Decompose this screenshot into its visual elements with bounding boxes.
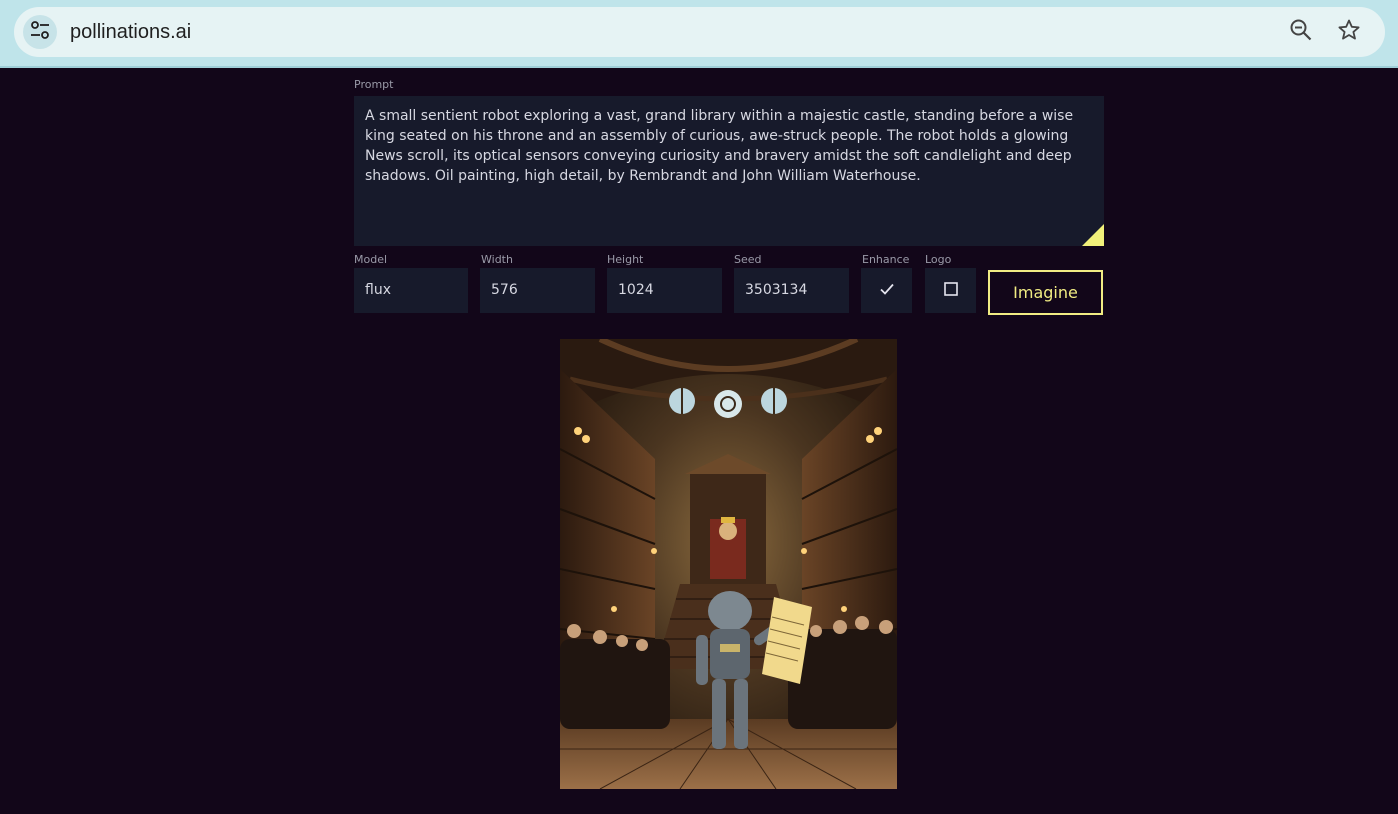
zoom-button[interactable] — [1286, 17, 1316, 47]
seed-input[interactable]: 3503134 — [734, 268, 849, 313]
model-label: Model — [354, 253, 388, 266]
resize-handle[interactable] — [1082, 224, 1104, 246]
model-value: flux — [365, 282, 391, 298]
prompt-label: Prompt — [354, 78, 394, 91]
check-icon — [879, 281, 895, 300]
site-info-button[interactable] — [23, 15, 57, 49]
seed-label: Seed — [734, 253, 762, 266]
width-label: Width — [481, 253, 513, 266]
url-text[interactable]: pollinations.ai — [70, 19, 191, 45]
zoom-out-icon — [1289, 18, 1313, 46]
star-icon — [1337, 18, 1361, 46]
logo-checkbox[interactable] — [925, 268, 976, 313]
seed-value: 3503134 — [745, 282, 808, 298]
generated-image-artwork — [560, 339, 897, 789]
browser-toolbar: pollinations.ai — [0, 0, 1398, 68]
model-input[interactable]: flux — [354, 268, 468, 313]
width-input[interactable]: 576 — [480, 268, 595, 313]
height-value: 1024 — [618, 282, 654, 298]
empty-checkbox-icon — [943, 281, 958, 300]
address-bar[interactable]: pollinations.ai — [14, 7, 1385, 57]
width-value: 576 — [491, 282, 518, 298]
generated-image[interactable] — [560, 339, 897, 789]
imagine-button[interactable]: Imagine — [988, 270, 1103, 315]
enhance-checkbox[interactable] — [861, 268, 912, 313]
height-input[interactable]: 1024 — [607, 268, 722, 313]
enhance-label: Enhance — [862, 253, 910, 266]
logo-label: Logo — [925, 253, 952, 266]
prompt-text: A small sentient robot exploring a vast,… — [365, 108, 1074, 184]
prompt-textarea[interactable]: A small sentient robot exploring a vast,… — [354, 96, 1104, 246]
tune-icon — [29, 19, 51, 45]
bookmark-button[interactable] — [1334, 17, 1364, 47]
height-label: Height — [607, 253, 644, 266]
